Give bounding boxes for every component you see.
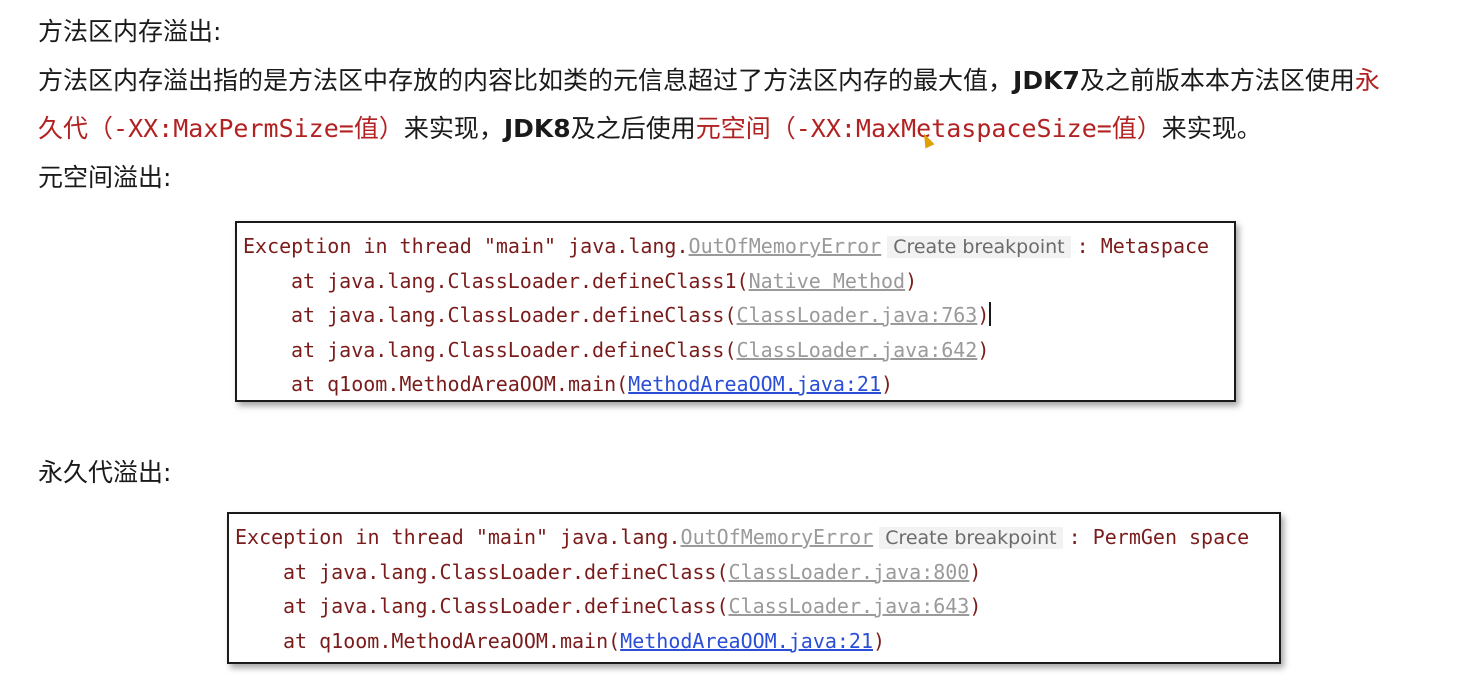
frame-close: ) [977, 303, 990, 327]
metaspace-term: 元空间 [695, 114, 771, 143]
exception-suffix: : PermGen space [1068, 525, 1250, 549]
exception-prefix: Exception in thread "main" java.lang. [243, 234, 689, 258]
create-breakpoint-tooltip[interactable]: Create breakpoint [879, 527, 1063, 549]
exception-line: Exception in thread "main" java.lang.Out… [237, 231, 1234, 266]
stack-frame: at java.lang.ClassLoader.defineClass1(Na… [237, 266, 1234, 301]
frame-source-link[interactable]: ClassLoader.java:642 [737, 338, 978, 362]
frame-close: ) [881, 372, 894, 396]
frame-close: ) [969, 559, 982, 584]
paragraph-line-1: 方法区内存溢出指的是方法区中存放的内容比如类的元信息超过了方法区内存的最大值，J… [38, 66, 1380, 96]
metaspace-param: （-XX:MaxMetaspaceSize=值） [770, 114, 1162, 143]
frame-source-link[interactable]: ClassLoader.java:643 [729, 594, 970, 618]
frame-close: ) [905, 268, 918, 293]
frame-text: at q1oom.MethodAreaOOM.main( [283, 628, 621, 653]
exception-line: Exception in thread "main" java.lang.Out… [229, 522, 1279, 557]
heading-metaspace-overflow: 元空间溢出: [38, 163, 172, 192]
paragraph-text: 及之前版本本方法区使用 [1079, 66, 1355, 95]
frame-source-link[interactable]: ClassLoader.java:800 [729, 560, 970, 584]
frame-close: ) [977, 337, 990, 362]
jdk7-label: JDK7 [1013, 66, 1080, 95]
text-caret [989, 302, 992, 326]
frame-text: at java.lang.ClassLoader.defineClass( [291, 303, 737, 327]
stack-frame: at q1oom.MethodAreaOOM.main(MethodAreaOO… [237, 369, 1234, 400]
frame-source-link[interactable]: MethodAreaOOM.java:21 [620, 629, 873, 653]
stack-frame: at java.lang.ClassLoader.defineClass(Cla… [237, 300, 1234, 335]
frame-text: at java.lang.ClassLoader.defineClass1( [291, 268, 749, 293]
heading-method-area-overflow: 方法区内存溢出: [38, 17, 222, 46]
frame-source-link[interactable]: MethodAreaOOM.java:21 [628, 372, 881, 396]
stack-frame: at java.lang.ClassLoader.defineClass(Cla… [229, 591, 1279, 626]
stack-frame: at java.lang.ClassLoader.defineClass(Cla… [229, 557, 1279, 592]
paragraph-line-2: 久代（-XX:MaxPermSize=值）来实现，JDK8及之后使用元空间（-X… [38, 114, 1262, 144]
permgen-term-cont: 久代 [38, 114, 89, 143]
stack-frame: at q1oom.MethodAreaOOM.main(MethodAreaOO… [229, 626, 1279, 661]
frame-text: at java.lang.ClassLoader.defineClass( [291, 337, 737, 362]
console-metaspace: Exception in thread "main" java.lang.Out… [235, 221, 1236, 402]
exception-class-link[interactable]: OutOfMemoryError [689, 234, 882, 258]
jdk8-label: JDK8 [503, 114, 571, 143]
heading-permgen-overflow: 永久代溢出: [38, 458, 172, 487]
frame-close: ) [969, 594, 982, 618]
frame-source-link[interactable]: ClassLoader.java:763 [737, 303, 978, 327]
paragraph-text: 来实现。 [1161, 114, 1262, 143]
frame-text: at q1oom.MethodAreaOOM.main( [291, 372, 629, 396]
exception-prefix: Exception in thread "main" java.lang. [235, 525, 681, 549]
frame-source-link[interactable]: Native Method [749, 269, 906, 293]
paragraph-text: 及之后使用 [570, 114, 696, 143]
console-permgen: Exception in thread "main" java.lang.Out… [227, 512, 1281, 664]
exception-class-link[interactable]: OutOfMemoryError [681, 525, 874, 549]
permgen-term: 永 [1354, 66, 1380, 95]
paragraph-text: 来实现， [403, 114, 504, 143]
frame-text: at java.lang.ClassLoader.defineClass( [283, 594, 729, 618]
frame-text: at java.lang.ClassLoader.defineClass( [283, 559, 729, 584]
frame-close: ) [873, 628, 886, 653]
stack-frame: at java.lang.ClassLoader.defineClass(Cla… [237, 335, 1234, 370]
permgen-param: （-XX:MaxPermSize=值） [88, 114, 404, 143]
create-breakpoint-tooltip[interactable]: Create breakpoint [887, 236, 1071, 258]
paragraph-text: 方法区内存溢出指的是方法区中存放的内容比如类的元信息超过了方法区内存的最大值， [38, 66, 1014, 95]
exception-suffix: : Metaspace [1076, 234, 1210, 258]
